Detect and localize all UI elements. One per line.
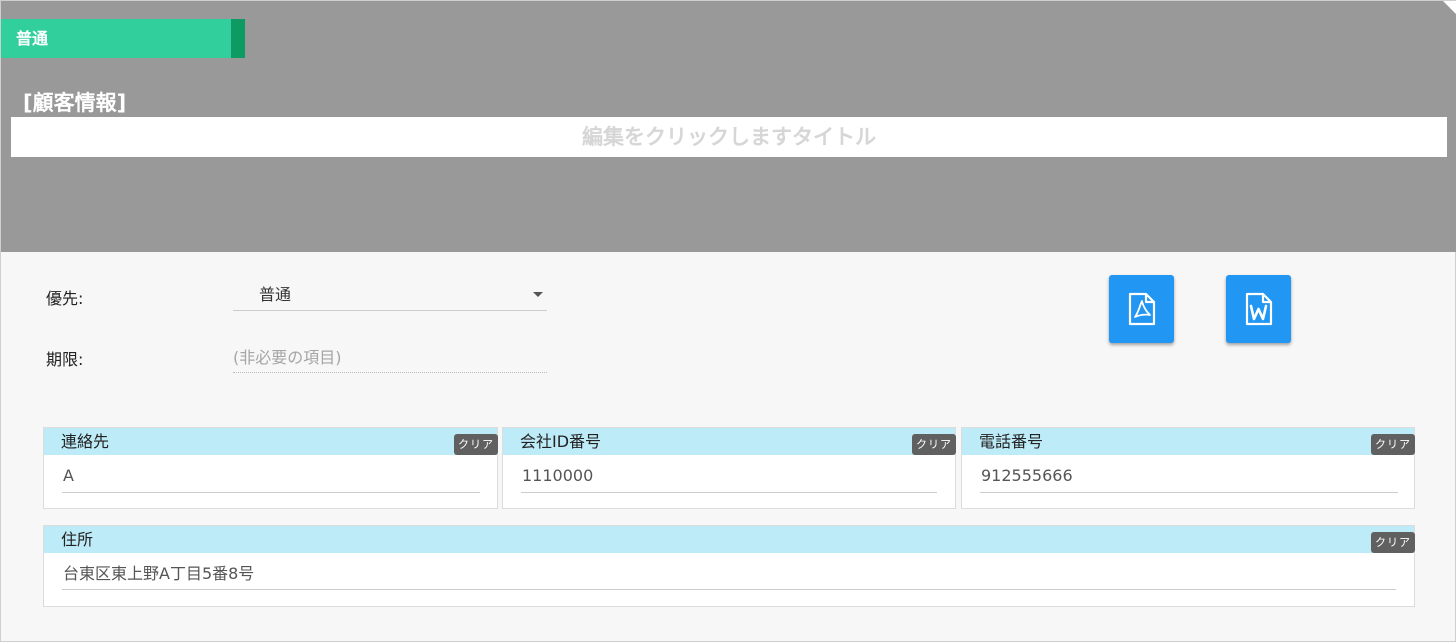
phone-clear-button[interactable]: クリア [1371,434,1415,455]
address-label: 住所 [44,526,1414,553]
company-id-card: 会社ID番号 クリア [502,427,956,509]
phone-label: 電話番号 [962,428,1414,455]
contact-clear-button[interactable]: クリア [454,434,498,455]
header-area: 普通 [顧客情報] [1,1,1456,252]
deadline-input[interactable] [233,343,547,373]
priority-tag: 普通 [1,19,245,58]
address-card: 住所 クリア [43,525,1415,607]
word-file-icon [1245,292,1272,326]
address-input[interactable] [62,555,1396,590]
company-id-label: 会社ID番号 [503,428,955,455]
dropdown-arrow-icon [533,292,543,297]
phone-card: 電話番号 クリア [961,427,1415,509]
page-corner [1443,1,1456,15]
title-input[interactable] [11,117,1447,157]
deadline-label: 期限: [46,350,84,369]
customer-info-page: 普通 [顧客情報] 優先: 普通 期限: 連絡先 クリア 会社ID番号 クリア … [0,0,1456,642]
pdf-export-button[interactable] [1109,275,1174,343]
contact-card: 連絡先 クリア [43,427,498,509]
section-label: [顧客情報] [23,91,127,115]
word-export-button[interactable] [1226,275,1291,343]
priority-select[interactable]: 普通 [233,281,547,311]
company-id-clear-button[interactable]: クリア [912,434,956,455]
pdf-file-icon [1128,292,1155,326]
address-clear-button[interactable]: クリア [1371,532,1415,553]
contact-label: 連絡先 [44,428,497,455]
priority-label: 優先: [46,289,84,308]
priority-select-value: 普通 [259,285,292,304]
phone-input[interactable] [980,458,1398,493]
contact-input[interactable] [62,458,480,493]
company-id-input[interactable] [521,458,937,493]
